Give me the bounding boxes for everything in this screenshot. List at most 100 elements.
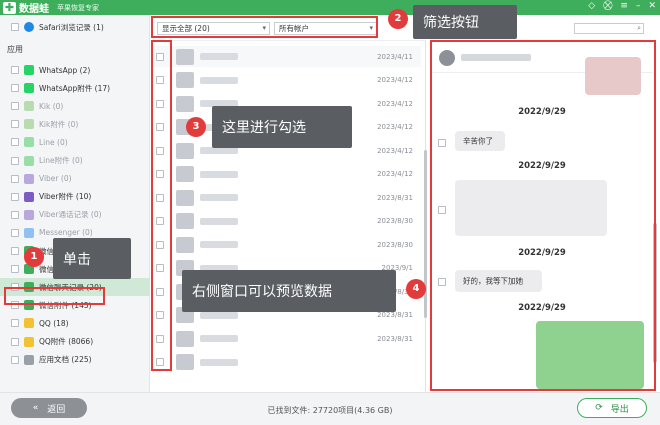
message-checkbox[interactable]: [438, 139, 446, 147]
list-item[interactable]: 2023/8/31: [151, 328, 421, 349]
list-item[interactable]: 2023/4/12: [151, 164, 421, 185]
list-item[interactable]: 2023/4/11: [151, 46, 421, 67]
sidebar-item[interactable]: WhatsApp (2): [0, 61, 150, 79]
app-icon: [24, 336, 34, 347]
checkbox[interactable]: [11, 355, 19, 364]
avatar: [176, 166, 194, 182]
checkbox[interactable]: [156, 264, 164, 272]
checkbox[interactable]: [11, 301, 19, 310]
app-icon: [24, 119, 34, 130]
menu-icon[interactable]: ≡: [620, 1, 628, 11]
sidebar-item[interactable]: Line附件 (0): [0, 152, 150, 170]
sidebar-item-label: 应用文档 (225): [39, 355, 92, 365]
close-icon[interactable]: ✕: [648, 1, 656, 11]
checkbox[interactable]: [156, 311, 164, 319]
checkbox[interactable]: [11, 192, 19, 201]
record-date: 2023/8/31: [377, 311, 413, 319]
sidebar-item[interactable]: QQ (18): [0, 314, 150, 332]
list-item[interactable]: 2023/8/30: [151, 234, 421, 255]
list-item[interactable]: 2023/8/30: [151, 211, 421, 232]
diamond-icon[interactable]: ◇: [588, 1, 595, 11]
date-separator: 2022/9/29: [518, 248, 566, 258]
sidebar-item-label: QQ附件 (8066): [39, 337, 94, 346]
contact-name-blurred: [200, 358, 238, 366]
contact-name-blurred: [200, 147, 238, 154]
list-item[interactable]: 2023/8/31: [151, 187, 421, 208]
checkbox[interactable]: [156, 52, 164, 61]
list-item[interactable]: 2023/4/12: [151, 70, 421, 91]
checkbox[interactable]: [156, 358, 164, 366]
checkbox[interactable]: [156, 170, 164, 178]
sidebar-item[interactable]: 微信附件 (145): [0, 296, 150, 314]
sidebar-item[interactable]: Line (0): [0, 133, 150, 151]
sidebar-item-label: Viber通话记录 (0): [39, 210, 102, 220]
window-controls: ◇ ⛒ ≡ – ✕: [588, 1, 656, 11]
checkbox[interactable]: [156, 76, 164, 84]
app-subtitle: 苹果恢复专家: [57, 3, 99, 12]
checkbox[interactable]: [156, 217, 164, 225]
app-icon: [24, 191, 34, 202]
sidebar-item-label: Viber附件 (10): [39, 192, 92, 202]
checkbox[interactable]: [11, 337, 19, 346]
checkbox[interactable]: [11, 247, 19, 255]
sidebar-item[interactable]: Kik附件 (0): [0, 115, 150, 133]
checkbox[interactable]: [11, 102, 19, 111]
record-date: 2023/4/11: [377, 52, 413, 61]
app-logo-icon: ✚: [3, 0, 16, 14]
callout-check: 这里进行勾选: [212, 106, 352, 148]
export-button[interactable]: ⟳ 导出: [577, 398, 647, 418]
search-icon[interactable]: ⌕: [637, 24, 641, 33]
checkbox[interactable]: [11, 66, 19, 74]
checkbox[interactable]: [11, 228, 19, 237]
checkbox[interactable]: [11, 265, 19, 274]
checkbox[interactable]: [11, 138, 19, 147]
checkbox[interactable]: [156, 193, 164, 202]
message-checkbox[interactable]: [438, 206, 446, 214]
message-text: 好的，我等下加她: [463, 276, 523, 286]
checkbox[interactable]: [11, 23, 19, 31]
message-checkbox[interactable]: [438, 278, 446, 286]
avatar: [176, 213, 194, 229]
sidebar-item[interactable]: Viber通话记录 (0): [0, 206, 150, 224]
preview-scrollbar[interactable]: [653, 223, 657, 363]
sidebar-item[interactable]: Viber附件 (10): [0, 188, 150, 206]
sidebar-item[interactable]: Viber (0): [0, 170, 150, 188]
checkbox[interactable]: [156, 240, 164, 249]
checkbox[interactable]: [11, 120, 19, 129]
app-icon: [24, 173, 34, 184]
checkbox[interactable]: [11, 156, 19, 165]
sidebar-item[interactable]: QQ附件 (8066): [0, 333, 150, 351]
checkbox[interactable]: [11, 174, 19, 183]
avatar: [176, 72, 194, 88]
checkbox[interactable]: [11, 84, 19, 93]
app-icon: [24, 83, 34, 94]
record-date: 2023/8/30: [377, 217, 413, 225]
minimize-icon[interactable]: –: [636, 1, 641, 11]
sidebar-item-safari[interactable]: Safari浏览记录 (1): [0, 18, 150, 36]
sidebar-item-label: WhatsApp附件 (17): [39, 83, 111, 93]
checkbox[interactable]: [11, 210, 19, 219]
app-name: 数据蛙: [19, 4, 49, 15]
checkbox[interactable]: [156, 123, 164, 131]
checkbox[interactable]: [11, 319, 19, 328]
list-item[interactable]: [151, 352, 421, 373]
checkbox[interactable]: [156, 146, 164, 155]
checkbox[interactable]: [156, 99, 164, 108]
sidebar-item[interactable]: 微信聊天记录 (20): [0, 278, 150, 297]
show-filter-select[interactable]: 显示全部 (20) ▾: [157, 22, 270, 35]
avatar: [176, 354, 194, 370]
sidebar-item[interactable]: WhatsApp附件 (17): [0, 79, 150, 97]
sidebar-item[interactable]: Kik (0): [0, 97, 150, 115]
contact-name-blurred: [461, 54, 531, 61]
callout-click: 单击: [53, 238, 131, 279]
account-filter-select[interactable]: 所有帐户 ▾: [274, 22, 377, 35]
checkbox[interactable]: [11, 283, 19, 292]
checkbox[interactable]: [156, 334, 164, 343]
cart-icon[interactable]: ⛒: [603, 1, 612, 11]
sidebar-item[interactable]: 应用文档 (225): [0, 351, 150, 369]
callout-filter: 筛选按钮: [413, 5, 517, 39]
search-input[interactable]: ⌕: [574, 23, 644, 34]
contact-name-blurred: [200, 335, 238, 342]
date-separator: 2022/9/29: [518, 303, 566, 313]
checkbox[interactable]: [156, 287, 164, 296]
